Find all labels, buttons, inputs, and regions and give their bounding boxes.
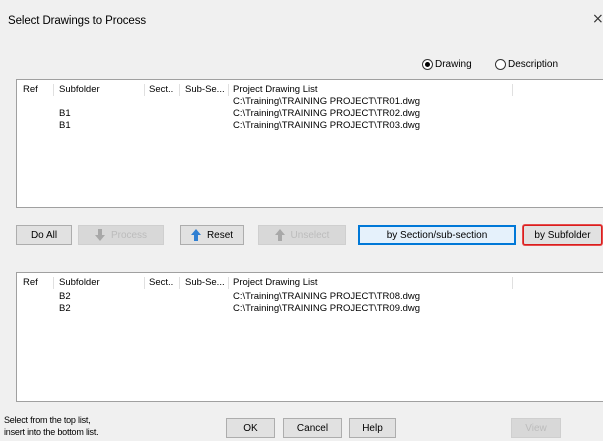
do-all-button[interactable]: Do All	[16, 225, 72, 245]
column-separator	[179, 84, 180, 96]
list-item-path[interactable]: C:\Training\TRAINING PROJECT\TR09.dwg	[233, 303, 420, 314]
column-header-section[interactable]: Sect..	[149, 277, 173, 289]
column-header-subfolder[interactable]: Subfolder	[59, 277, 100, 289]
list-item-path[interactable]: C:\Training\TRAINING PROJECT\TR01.dwg	[233, 96, 420, 107]
column-separator	[144, 84, 145, 96]
column-separator	[512, 84, 513, 96]
cancel-button[interactable]: Cancel	[283, 418, 342, 438]
column-separator	[144, 277, 145, 289]
column-header-drawing-list[interactable]: Project Drawing List	[233, 84, 317, 96]
radio-description[interactable]: Description	[495, 59, 558, 70]
process-button-label: Process	[110, 229, 148, 241]
column-header-ref[interactable]: Ref	[23, 84, 38, 96]
reset-button[interactable]: Reset	[180, 225, 244, 245]
list-item-subfolder[interactable]: B2	[59, 291, 71, 302]
dialog-title: Select Drawings to Process	[8, 15, 147, 27]
by-subfolder-button[interactable]: by Subfolder	[523, 225, 602, 245]
close-icon[interactable]: ×	[592, 11, 603, 27]
arrow-up-icon	[190, 229, 201, 241]
unselect-button[interactable]: Unselect	[258, 225, 346, 245]
list-item-path[interactable]: C:\Training\TRAINING PROJECT\TR02.dwg	[233, 108, 420, 119]
reset-button-label: Reset	[206, 229, 234, 241]
column-header-subsection[interactable]: Sub-Se...	[185, 277, 225, 289]
column-header-subfolder[interactable]: Subfolder	[59, 84, 100, 96]
hint-line-1: Select from the top list,	[4, 415, 91, 425]
radio-drawing[interactable]: Drawing	[422, 59, 472, 70]
column-separator	[228, 84, 229, 96]
by-section-button[interactable]: by Section/sub-section	[358, 225, 516, 245]
column-separator	[179, 277, 180, 289]
list-item-subfolder[interactable]: B1	[59, 108, 71, 119]
ok-button[interactable]: OK	[226, 418, 275, 438]
column-separator	[228, 277, 229, 289]
column-header-drawing-list[interactable]: Project Drawing List	[233, 277, 317, 289]
column-separator	[53, 84, 54, 96]
radio-selected-icon	[422, 59, 433, 70]
process-button[interactable]: Process	[78, 225, 164, 245]
column-header-ref[interactable]: Ref	[23, 277, 38, 289]
radio-unselected-icon	[495, 59, 506, 70]
arrow-down-icon	[94, 229, 105, 241]
column-header-section[interactable]: Sect..	[149, 84, 173, 96]
view-button[interactable]: View	[511, 418, 561, 438]
column-header-subsection[interactable]: Sub-Se...	[185, 84, 225, 96]
column-separator	[512, 277, 513, 289]
radio-drawing-label: Drawing	[435, 59, 472, 70]
list-item-subfolder[interactable]: B1	[59, 120, 71, 131]
top-drawing-list[interactable]: Ref Subfolder Sect.. Sub-Se... Project D…	[16, 79, 603, 208]
list-item-path[interactable]: C:\Training\TRAINING PROJECT\TR03.dwg	[233, 120, 420, 131]
column-separator	[53, 277, 54, 289]
help-button[interactable]: Help	[349, 418, 396, 438]
list-item-path[interactable]: C:\Training\TRAINING PROJECT\TR08.dwg	[233, 291, 420, 302]
list-item-subfolder[interactable]: B2	[59, 303, 71, 314]
unselect-button-label: Unselect	[290, 229, 330, 241]
radio-description-label: Description	[508, 59, 559, 70]
arrow-up-icon	[274, 229, 285, 241]
hint-line-2: insert into the bottom list.	[4, 427, 99, 437]
bottom-drawing-list[interactable]: Ref Subfolder Sect.. Sub-Se... Project D…	[16, 272, 603, 402]
